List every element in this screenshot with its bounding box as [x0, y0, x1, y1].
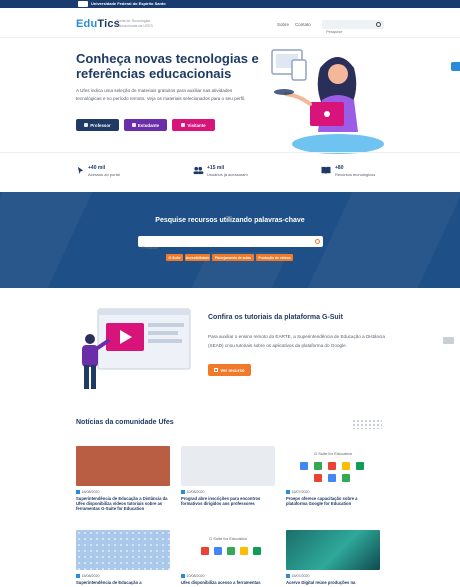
meet-app-icon: [227, 547, 235, 555]
gov-bar: Universidade Federal do Espírito Santo: [0, 0, 460, 8]
search-band-title: Pesquise recursos utilizando palavras-ch…: [155, 217, 305, 224]
keyword-search-input[interactable]: [138, 242, 308, 253]
news-date: 15/07/2020: [286, 490, 380, 494]
gov-bar-text[interactable]: Universidade Federal do Espírito Santo: [91, 1, 166, 7]
site-logo[interactable]: EduTics: [76, 18, 120, 30]
teacher-icon: [84, 123, 89, 127]
tag-accessibility[interactable]: Acessibilidade: [185, 254, 210, 261]
visitor-icon: [181, 123, 186, 127]
gsuite-label: G Suite for Education: [208, 536, 248, 541]
news-card[interactable]: 10/08/2020 Prograd abre inscrições para …: [181, 446, 275, 506]
search-icon[interactable]: [315, 239, 320, 244]
search-icon[interactable]: [376, 22, 381, 27]
calendar-app-icon: [300, 462, 308, 470]
news-date: 10/08/2020: [181, 574, 275, 578]
tag-lesson-planning[interactable]: Planejamento de aulas: [212, 254, 254, 261]
news-title: Prograd abre inscrições para encontros f…: [181, 496, 261, 507]
news-thumbnail: [181, 446, 275, 486]
news-date: 10/08/2020: [181, 490, 275, 494]
sheets-app-icon: [314, 462, 322, 470]
gsuite-label: G Suite for Education: [313, 451, 353, 456]
calendar-app-icon: [214, 547, 222, 555]
gmail-app-icon: [328, 462, 336, 470]
stat-users: +15 mil Usuários já acessaram: [207, 165, 248, 177]
calendar-icon: [181, 490, 185, 494]
news-date: 18/08/2020: [76, 490, 170, 494]
view-resource-button[interactable]: Ver recurso: [208, 364, 251, 376]
calendar-icon: [286, 490, 290, 494]
news-date: 15/07/2020: [286, 574, 380, 578]
docs-app-icon: [328, 474, 336, 482]
hero-text: A Ufes indica uma seleção de materiais g…: [76, 88, 246, 101]
keyword-search: [138, 236, 323, 253]
nav-link-sobre[interactable]: Sobre: [277, 22, 289, 27]
external-link-icon: [214, 368, 219, 372]
news-thumbnail: [76, 446, 170, 486]
news-title: Ufes disponibiliza acesso a ferramentas: [181, 580, 261, 585]
stat-access: +40 mil Acessos ao portal: [88, 165, 120, 177]
stat-users-label: Usuários já acessaram: [207, 172, 248, 177]
hero-title: Conheça novas tecnologias e referências …: [76, 51, 259, 81]
student-icon: [131, 123, 136, 127]
news-card[interactable]: 18/08/2020 Superintendência de Educação …: [76, 530, 170, 585]
tutorial-illustration: [82, 308, 191, 389]
users-icon: [193, 166, 204, 175]
news-title: Superintendência de Educação a Distância…: [76, 496, 168, 512]
accessibility-badge-icon[interactable]: [451, 62, 460, 71]
drive-app-icon: [356, 462, 364, 470]
stat-users-number: +15 mil: [207, 165, 225, 171]
calendar-icon: [286, 574, 290, 578]
cursor-icon: [77, 166, 84, 175]
band-decoration: [0, 192, 93, 288]
news-card[interactable]: G Suite for Education 15/07/2020 Proeps …: [286, 446, 380, 506]
logo-subtitle: Portal de Tecnologias Educacionais da UF…: [116, 19, 153, 28]
nav-link-contato[interactable]: Contato: [295, 22, 311, 27]
news-thumbnail: G Suite for Education: [286, 446, 380, 486]
hero-illustration: [271, 49, 384, 154]
gmail-app-icon: [314, 474, 322, 482]
calendar-icon: [76, 490, 80, 494]
search-band: Pesquise recursos utilizando palavras-ch…: [0, 192, 460, 288]
header-search-input[interactable]: [322, 27, 372, 36]
dots-decoration: [352, 419, 382, 429]
news-thumbnail: G Suite for Education: [181, 530, 275, 570]
meet-app-icon: [342, 474, 350, 482]
news-title: Proeps oferece capacitação sobre a plata…: [286, 496, 358, 507]
stat-resources-number: +80: [335, 165, 344, 171]
student-button[interactable]: Estudante: [124, 119, 167, 131]
news-card[interactable]: 15/07/2020 Acervo Digital reúne produçõe…: [286, 530, 380, 585]
news-thumbnail: [76, 530, 170, 570]
site-header: EduTics Portal de Tecnologias Educaciona…: [0, 8, 460, 38]
stat-resources: +80 Recursos tecnológicos: [335, 165, 375, 177]
tutorial-text: Para auxiliar o ensino remoto do EARTE, …: [208, 334, 385, 348]
calendar-icon: [181, 574, 185, 578]
stat-resources-label: Recursos tecnológicos: [335, 172, 376, 177]
news-section-title: Notícias da comunidade Ufes: [76, 419, 174, 426]
band-decoration: [307, 192, 460, 288]
professor-button[interactable]: Professor: [76, 119, 119, 131]
news-title: Superintendência de Educação a: [76, 580, 142, 585]
tag-video-production[interactable]: Produção de vídeos: [256, 254, 293, 261]
stat-access-label: Acessos ao portal: [88, 172, 120, 177]
tag-gsuite[interactable]: G-Suite: [166, 254, 183, 261]
logo-edu: Edu: [76, 18, 98, 30]
calendar-icon: [76, 574, 80, 578]
visitor-button[interactable]: Visitante: [172, 119, 215, 131]
stat-access-number: +40 mil: [88, 165, 106, 171]
gov-logo-icon: [78, 1, 88, 7]
gmail-app-icon: [201, 547, 209, 555]
drive-app-icon: [253, 547, 261, 555]
scroll-top-icon[interactable]: [443, 337, 454, 344]
news-title: Acervo Digital reúne produções na: [286, 580, 356, 585]
slides-app-icon: [342, 462, 350, 470]
news-card[interactable]: 18/08/2020 Superintendência de Educação …: [76, 446, 170, 512]
tutorial-title: Confira os tutoriais da plataforma G-Sui…: [208, 314, 343, 321]
stats-bar: +40 mil Acessos ao portal +15 mil Usuári…: [0, 152, 460, 192]
news-date: 18/08/2020: [76, 574, 170, 578]
header-search: [322, 20, 384, 36]
news-thumbnail: [286, 530, 380, 570]
book-icon: [321, 166, 331, 175]
news-card[interactable]: G Suite for Education 10/08/2020 Ufes di…: [181, 530, 275, 585]
slides-app-icon: [240, 547, 248, 555]
